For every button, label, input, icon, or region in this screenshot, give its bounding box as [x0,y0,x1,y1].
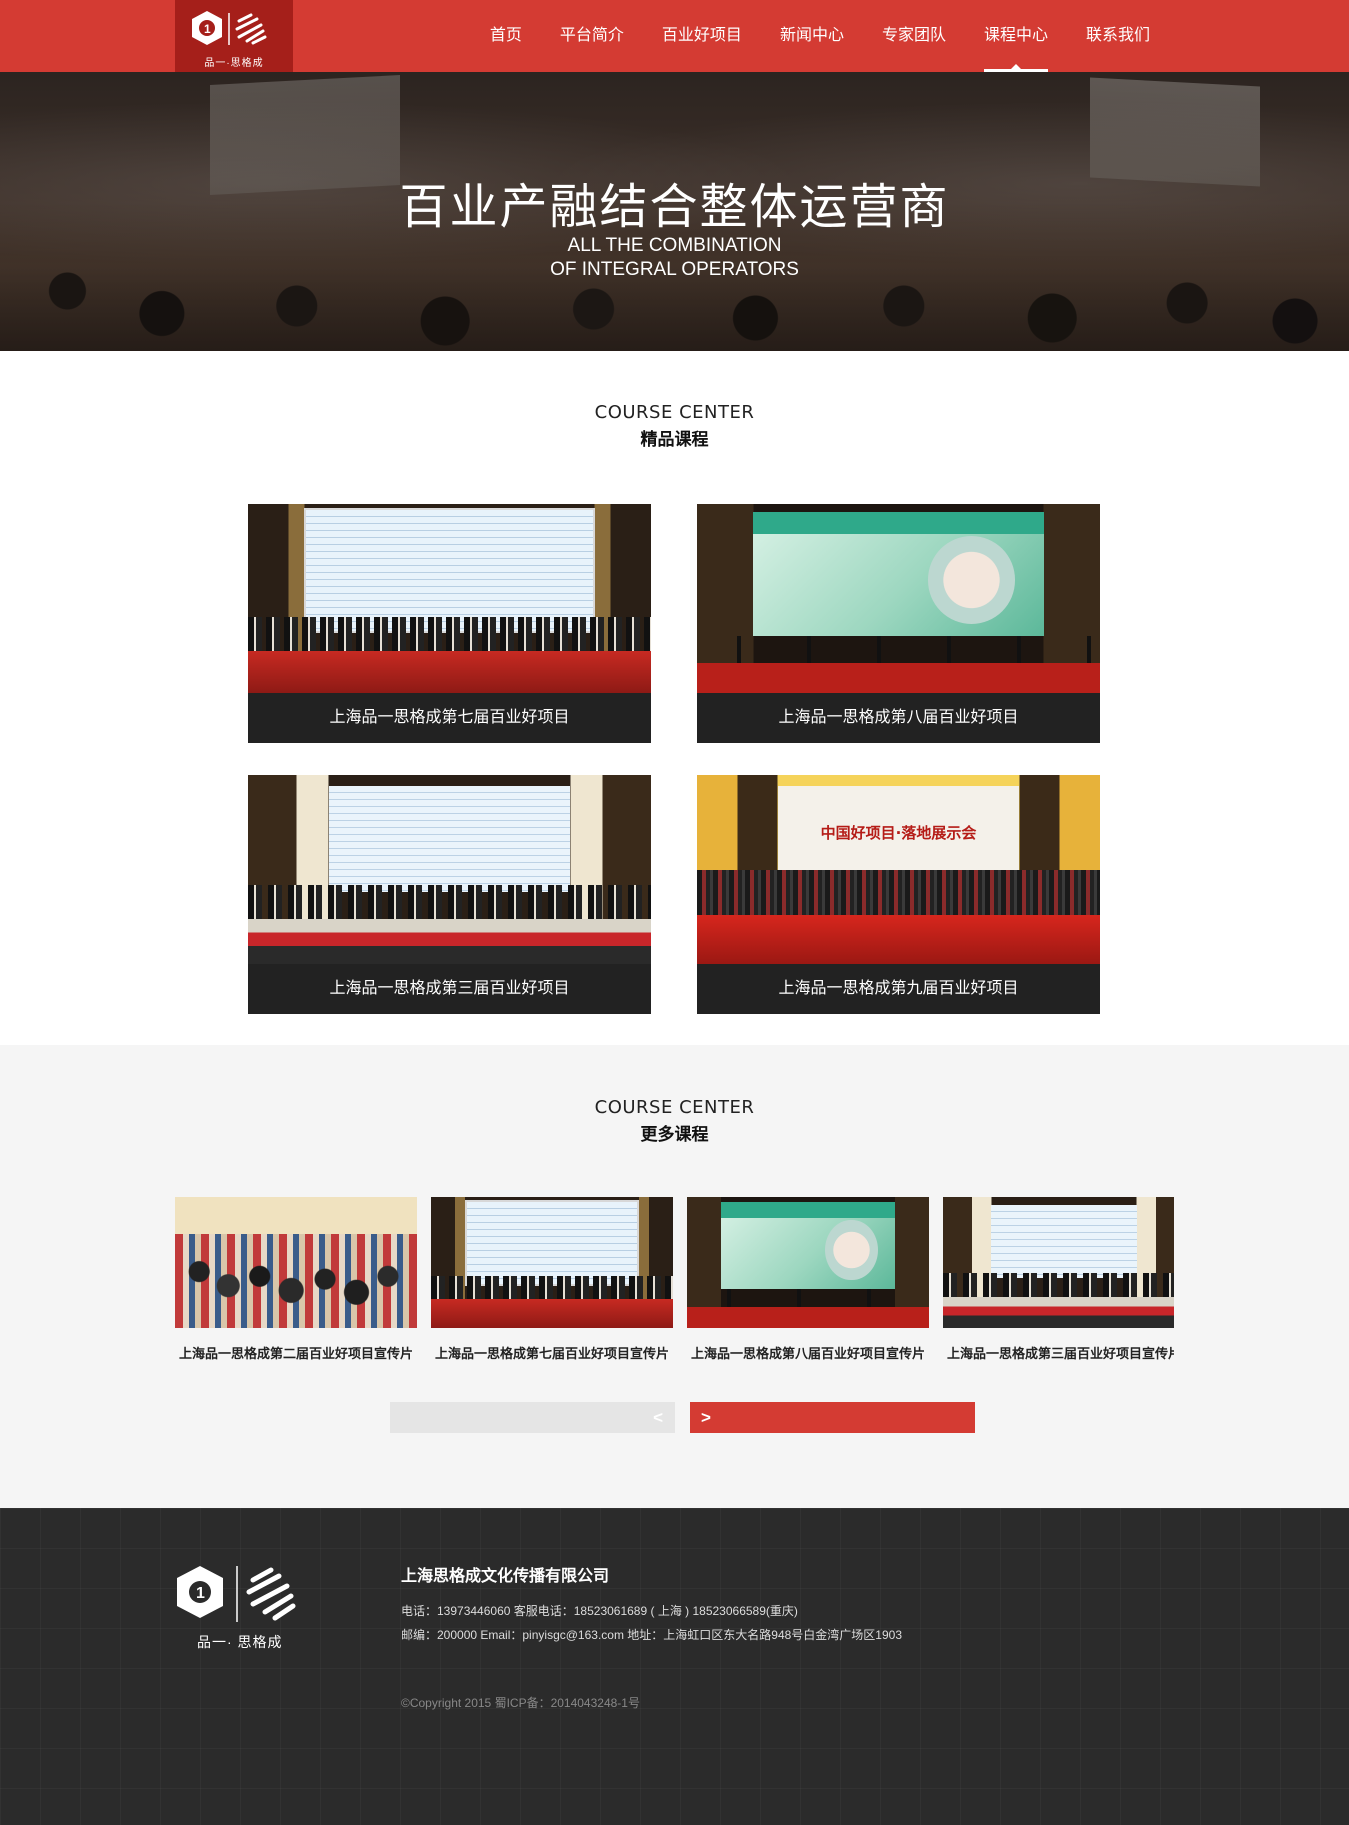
course-photo [697,504,1100,693]
nav-contact[interactable]: 联系我们 [1067,0,1169,72]
more-heading-zh: 更多课程 [640,1125,709,1144]
video-item[interactable]: 上海品一思格成第二届百业好项目宣传片 [175,1197,417,1363]
course-card[interactable]: 上海品一思格成第七届百业好项目 [248,504,651,743]
site-logo[interactable]: 1 品一·思格成 [175,0,293,72]
nav-experts[interactable]: 专家团队 [863,0,965,72]
nav-platform-intro[interactable]: 平台简介 [541,0,643,72]
svg-text:1: 1 [196,1585,205,1602]
more-courses-carousel: 上海品一思格成第二届百业好项目宣传片 上海品一思格成第七届百业好项目宣传片 上海… [175,1197,1174,1397]
featured-heading-en: COURSE CENTER [594,402,755,423]
course-card-title: 上海品一思格成第三届百业好项目 [248,964,651,1014]
banner-title: 百业产融结合整体运营商 [399,179,950,235]
video-title: 上海品一思格成第三届百业好项目宣传片 [946,1346,1174,1361]
nav-home[interactable]: 首页 [471,0,541,72]
footer-copyright: ©Copyright 2015 蜀ICP备：2014043248-1号 [401,1696,640,1710]
banner-subtitle: ALL THE COMBINATION OF INTEGRAL OPERATOR… [0,234,1349,282]
video-thumbnail [431,1197,673,1328]
video-item[interactable]: 上海品一思格成第三届百业好项目宣传片 [943,1197,1174,1363]
nav-projects[interactable]: 百业好项目 [643,0,761,72]
course-card[interactable]: 上海品一思格成第三届百业好项目 [248,775,651,1014]
course-photo [248,775,651,964]
more-heading: COURSE CENTER 更多课程 [0,1097,1349,1145]
nav-news[interactable]: 新闻中心 [761,0,863,72]
site-footer: 1 品一· 思格成 上海思格成文化传播有限公司 电话：13973446060 客… [0,1508,1349,1825]
course-card-title: 上海品一思格成第八届百业好项目 [697,693,1100,743]
footer-contact-phone: 电话：13973446060 客服电话：18523061689 ( 上海 ) 1… [401,1604,798,1618]
logo-caption: 品一·思格成 [204,58,264,69]
course-card[interactable]: 上海品一思格成第八届百业好项目 [697,504,1100,743]
course-photo [248,504,651,693]
video-thumbnail [175,1197,417,1328]
footer-logo-icon: 1 [177,1566,296,1622]
video-title: 上海品一思格成第二届百业好项目宣传片 [178,1346,413,1361]
more-heading-en: COURSE CENTER [594,1097,755,1118]
course-photo [697,775,1100,964]
banner-subtitle-line1: ALL THE COMBINATION [567,235,782,256]
course-card-title: 上海品一思格成第九届百业好项目 [697,964,1100,1014]
carousel-next-button[interactable]: > [690,1402,975,1433]
main-nav: 首页 平台简介 百业好项目 新闻中心 专家团队 课程中心 联系我们 [471,0,1169,72]
featured-heading-zh: 精品课程 [640,430,709,449]
video-item[interactable]: 上海品一思格成第七届百业好项目宣传片 [431,1197,673,1363]
video-thumbnail [943,1197,1174,1328]
featured-heading: COURSE CENTER 精品课程 [0,402,1349,450]
top-navbar: 1 品一·思格成 首页 平台简介 百业好项目 新闻中心 专家团队 课程中心 联系… [0,0,1349,72]
video-title: 上海品一思格成第七届百业好项目宣传片 [434,1346,669,1361]
banner-subtitle-line2: OF INTEGRAL OPERATORS [550,259,799,280]
footer-logo-caption: 品一· 思格成 [197,1634,283,1650]
hero-banner: 百业产融结合整体运营商 ALL THE COMBINATION OF INTEG… [0,72,1349,351]
course-card[interactable]: 上海品一思格成第九届百业好项目 [697,775,1100,1014]
video-item[interactable]: 上海品一思格成第八届百业好项目宣传片 [687,1197,929,1363]
footer-contact-address: 邮编：200000 Email：pinyisgc@163.com 地址：上海虹口… [401,1628,902,1642]
svg-text:1: 1 [204,22,211,36]
nav-course-center[interactable]: 课程中心 [965,0,1067,72]
video-title: 上海品一思格成第八届百业好项目宣传片 [690,1346,925,1361]
video-thumbnail [687,1197,929,1328]
footer-company-name: 上海思格成文化传播有限公司 [401,1568,610,1585]
logo-mark-icon: 1 [192,11,267,45]
carousel-prev-button[interactable]: < [390,1402,675,1433]
course-card-title: 上海品一思格成第七届百业好项目 [248,693,651,743]
